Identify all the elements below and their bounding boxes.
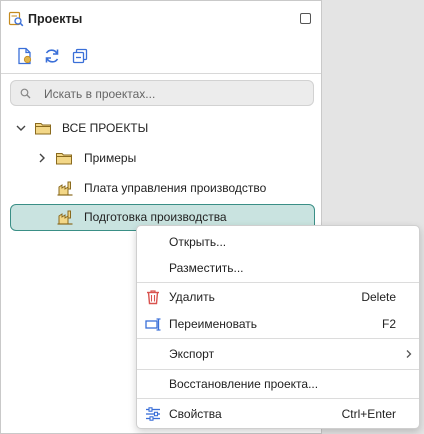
project-icon <box>57 210 73 225</box>
menu-item-label: Открыть... <box>169 235 227 249</box>
search-placeholder: Искать в проектах... <box>44 87 156 101</box>
tree-item-label: Примеры <box>84 151 137 165</box>
context-menu: Открыть... Разместить... Удалить Delete … <box>136 225 420 429</box>
tree-item-examples[interactable]: Примеры <box>1 147 321 169</box>
maximize-panel-button[interactable] <box>300 13 311 24</box>
chevron-right-icon <box>406 350 412 358</box>
menu-item-label: Экспорт <box>169 347 215 361</box>
search-icon <box>20 88 31 99</box>
menu-item-label: Свойства <box>169 407 222 421</box>
menu-item-rename[interactable]: Переименовать F2 <box>137 311 419 337</box>
toolbar-separator <box>1 73 321 74</box>
tree-root-all-projects[interactable]: ВСЕ ПРОЕКТЫ <box>1 117 321 139</box>
collapse-all-icon[interactable] <box>71 47 89 65</box>
refresh-icon[interactable] <box>43 47 61 65</box>
menu-item-place[interactable]: Разместить... <box>137 255 419 281</box>
tree-item-board-project[interactable]: Плата управления производство <box>1 177 321 199</box>
menu-item-label: Удалить <box>169 290 215 304</box>
search-input[interactable]: Искать в проектах... <box>10 80 314 106</box>
menu-item-shortcut: Ctrl+Enter <box>341 407 396 421</box>
menu-item-label: Разместить... <box>169 261 244 275</box>
tree-item-label: Подготовка производства <box>84 210 227 224</box>
menu-separator <box>137 338 419 339</box>
chevron-down-icon[interactable] <box>15 122 27 134</box>
project-icon <box>57 181 73 196</box>
new-project-icon[interactable] <box>16 47 34 65</box>
menu-item-label: Восстановление проекта... <box>169 377 319 391</box>
menu-item-open[interactable]: Открыть... <box>137 229 419 255</box>
tree-root-label: ВСЕ ПРОЕКТЫ <box>62 121 149 135</box>
tree-item-label: Плата управления производство <box>84 181 267 195</box>
rename-icon <box>145 318 161 331</box>
menu-item-delete[interactable]: Удалить Delete <box>137 284 419 310</box>
menu-separator <box>137 369 419 370</box>
panel-title: Проекты <box>28 12 83 26</box>
trash-icon <box>147 290 159 305</box>
panel-title-bar: Проекты <box>1 1 321 37</box>
menu-item-shortcut: F2 <box>381 317 396 331</box>
folder-icon <box>35 123 51 135</box>
projects-icon <box>8 11 24 27</box>
menu-separator <box>137 282 419 283</box>
menu-item-label: Переименовать <box>169 317 257 331</box>
menu-item-properties[interactable]: Свойства Ctrl+Enter <box>137 401 419 427</box>
folder-icon <box>56 153 72 165</box>
menu-separator <box>137 398 419 399</box>
menu-item-shortcut: Delete <box>361 290 396 304</box>
chevron-right-icon[interactable] <box>36 152 48 164</box>
sliders-icon <box>146 407 160 421</box>
menu-item-restore-project[interactable]: Восстановление проекта... <box>137 371 419 397</box>
menu-item-export[interactable]: Экспорт <box>137 341 419 367</box>
